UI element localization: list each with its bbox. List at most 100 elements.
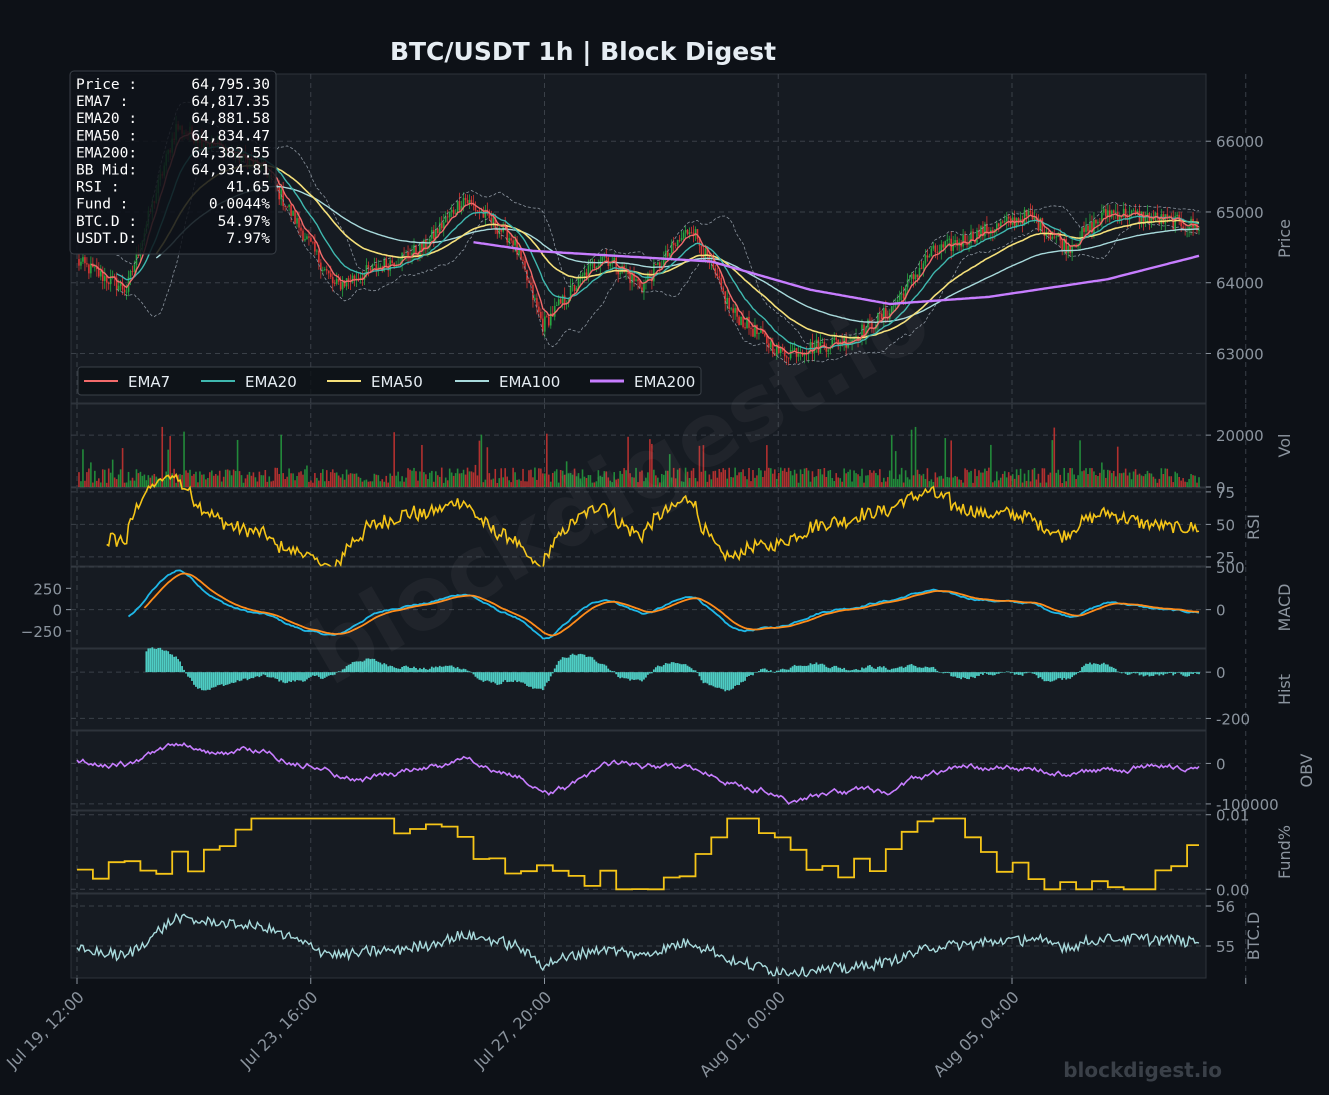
- volume-bar: [488, 473, 491, 487]
- histogram-bar: [938, 672, 941, 673]
- candle-body: [1001, 221, 1004, 223]
- volume-bar: [405, 477, 407, 487]
- histogram-bar: [308, 672, 310, 678]
- candle-body: [369, 268, 372, 271]
- histogram-bar: [797, 665, 800, 673]
- volume-bar: [1176, 473, 1178, 487]
- histogram-bar: [1112, 667, 1115, 673]
- candle-body: [379, 266, 382, 268]
- volume-bar: [238, 471, 241, 487]
- histogram-bar: [1013, 672, 1016, 675]
- candle-body: [133, 264, 136, 272]
- volume-bar: [1192, 475, 1194, 487]
- volume-bar: [316, 477, 318, 487]
- histogram-bar: [825, 666, 828, 673]
- volume-bar: [290, 473, 292, 487]
- histogram-bar: [837, 667, 840, 673]
- candle-body: [292, 210, 294, 216]
- candle-body: [514, 239, 516, 246]
- histogram-bar: [193, 672, 195, 685]
- candle-body: [302, 230, 304, 241]
- candle-body: [609, 263, 612, 267]
- volume-bar: [500, 468, 503, 487]
- volume-bar: [894, 451, 897, 487]
- volume-bar: [1055, 472, 1058, 487]
- candle-body: [914, 274, 917, 280]
- chart-canvas: BTC/USDT 1h | Block Digest 63000 64000 650…: [0, 0, 1329, 1095]
- legend-label: EMA200: [634, 373, 695, 391]
- volume-bar: [403, 481, 405, 487]
- volume-bar: [1158, 478, 1161, 487]
- candle-body: [635, 279, 637, 281]
- volume-bar: [1003, 471, 1006, 487]
- info-label: RSI :: [76, 180, 120, 196]
- histogram-bar: [175, 656, 178, 673]
- histogram-bar: [460, 669, 463, 673]
- volume-bar: [898, 474, 901, 487]
- histogram-bar: [315, 672, 318, 676]
- histogram-bar: [480, 672, 483, 681]
- histogram-bar: [486, 672, 489, 681]
- volume-bar: [803, 468, 806, 487]
- candle-body: [538, 306, 540, 312]
- histogram-bar: [775, 670, 778, 673]
- volume-bar: [764, 470, 766, 487]
- volume-bar: [438, 476, 441, 487]
- candle-body: [468, 199, 471, 204]
- candle-body: [296, 218, 298, 224]
- histogram-bar: [266, 672, 269, 678]
- candle-body: [1085, 225, 1087, 232]
- histogram-bar: [801, 665, 804, 673]
- volume-bar: [1083, 470, 1085, 487]
- histogram-bar: [1071, 672, 1074, 678]
- histogram-bar: [411, 668, 413, 673]
- histogram-bar: [1182, 672, 1185, 676]
- volume-bar: [787, 467, 790, 487]
- histogram-bar: [670, 662, 673, 673]
- candle-body: [643, 282, 645, 293]
- volume-bar: [446, 480, 449, 487]
- candle-body: [1146, 213, 1149, 215]
- volume-bar: [123, 482, 126, 487]
- histogram-bar: [950, 672, 953, 677]
- candle-body: [1198, 229, 1200, 231]
- histogram-bar: [952, 672, 955, 677]
- volume-bar: [466, 467, 469, 487]
- volume-bar: [1190, 473, 1192, 487]
- volume-bar: [1073, 474, 1075, 487]
- y-axis-label: Fund%: [1275, 825, 1294, 879]
- candle-body: [323, 269, 326, 271]
- histogram-bar: [1114, 668, 1117, 673]
- volume-bar: [143, 474, 146, 487]
- volume-bar: [310, 480, 312, 487]
- histogram-bar: [710, 672, 713, 686]
- candle-body: [740, 316, 742, 326]
- histogram-bar: [514, 672, 516, 681]
- histogram-bar: [1077, 672, 1079, 673]
- candle-body: [300, 227, 302, 231]
- volume-bar: [1095, 475, 1097, 487]
- volume-bar: [137, 473, 140, 487]
- candle-body: [86, 263, 88, 265]
- histogram-bar: [313, 672, 316, 677]
- histogram-bar: [587, 656, 590, 673]
- volume-bar: [508, 480, 510, 487]
- volume-bar: [377, 475, 380, 487]
- histogram-bar: [440, 666, 443, 673]
- histogram-bar: [1051, 672, 1054, 682]
- volume-bar: [476, 475, 479, 487]
- histogram-bar: [557, 661, 560, 673]
- candle-body: [534, 298, 536, 300]
- volume-bar: [823, 467, 826, 487]
- candle-body: [720, 278, 723, 288]
- histogram-bar: [1186, 672, 1189, 677]
- histogram-bar: [859, 670, 861, 673]
- volume-bar: [98, 478, 100, 487]
- candle-body: [734, 308, 736, 313]
- volume-bar: [407, 468, 409, 487]
- histogram-bar: [645, 672, 647, 678]
- y-tick-label: 63000: [1216, 345, 1264, 363]
- histogram-bar: [476, 672, 479, 679]
- histogram-bar: [716, 672, 719, 688]
- histogram-bar: [999, 672, 1002, 673]
